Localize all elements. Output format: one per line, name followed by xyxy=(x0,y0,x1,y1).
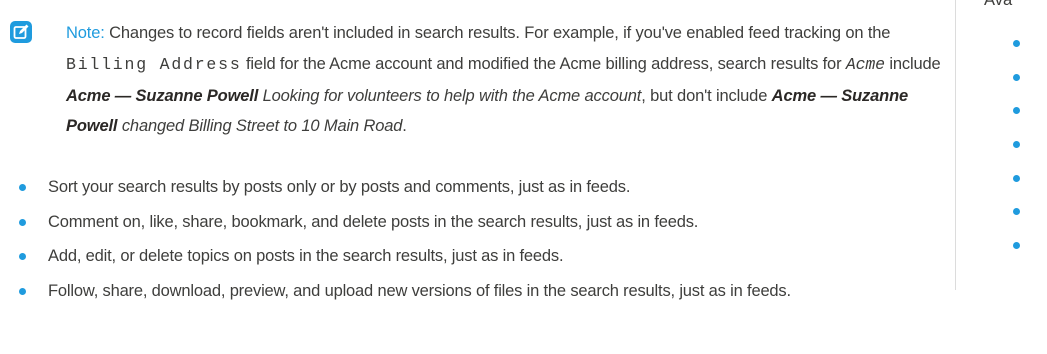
example-post-author: Acme — Suzanne Powell xyxy=(66,86,259,105)
bullet-icon xyxy=(19,287,26,295)
list-item: Add, edit, or delete topics on posts in … xyxy=(0,239,791,274)
sidebar-title: Ava xyxy=(984,0,1013,9)
list-item: Follow, share, download, preview, and up… xyxy=(0,274,791,309)
bullet-icon xyxy=(19,218,26,226)
note-text-part: Changes to record fields aren't included… xyxy=(104,24,891,42)
bullet-icon xyxy=(1013,40,1020,47)
note-callout: Note: Changes to record fields aren't in… xyxy=(10,18,945,142)
example-tracked-change: changed Billing Street to 10 Main Road xyxy=(121,117,403,136)
list-item-text: Follow, share, download, preview, and up… xyxy=(48,281,791,300)
list-item-text: Comment on, like, share, bookmark, and d… xyxy=(48,212,699,231)
bullet-icon xyxy=(19,184,26,191)
bullet-icon xyxy=(1013,141,1020,149)
bullet-icon xyxy=(1013,174,1020,182)
bullet-icon xyxy=(1013,73,1020,81)
note-text-part: . xyxy=(402,117,407,136)
note-text-part: , but don't include xyxy=(641,86,772,105)
list-item: Comment on, like, share, bookmark, and d… xyxy=(0,205,791,240)
example-post-text: Looking for volunteers to help with the … xyxy=(258,86,642,105)
edit-note-icon xyxy=(10,21,32,43)
bullet-icon xyxy=(1013,242,1020,250)
note-text-part: include xyxy=(884,54,941,73)
availability-sidebar: Ava xyxy=(955,0,1047,290)
note-label: Note: xyxy=(66,24,105,42)
list-item: Sort your search results by posts only o… xyxy=(0,170,791,205)
note-text-part: field for the Acme account and modified … xyxy=(241,54,846,73)
note-text: Note: Changes to record fields aren't in… xyxy=(66,18,945,142)
list-item-text: Add, edit, or delete topics on posts in … xyxy=(48,247,564,265)
list-item-text: Sort your search results by posts only o… xyxy=(48,178,631,196)
bullet-icon xyxy=(1013,208,1020,216)
bullet-icon xyxy=(1013,107,1020,115)
search-term-code: Acme xyxy=(845,54,885,74)
feature-list: Sort your search results by posts only o… xyxy=(0,170,791,308)
bullet-icon xyxy=(19,253,26,260)
billing-address-code: Billing Address xyxy=(66,54,242,74)
